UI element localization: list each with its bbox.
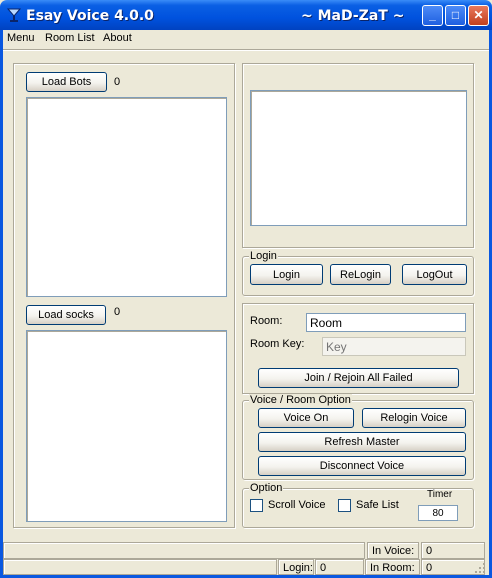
app-icon[interactable] — [6, 7, 22, 23]
menu-item-room-list[interactable]: Room List — [45, 32, 95, 44]
relogin-voice-button[interactable]: Relogin Voice — [362, 408, 466, 428]
resize-grip-icon[interactable] — [474, 562, 486, 574]
login-count-label: Login: — [278, 559, 314, 575]
socks-list[interactable] — [26, 330, 227, 522]
in-voice-value: 0 — [421, 542, 485, 559]
menu-separator — [3, 49, 489, 51]
option-legend: Option — [249, 482, 284, 494]
room-key-label: Room Key: — [250, 338, 305, 350]
load-bots-button[interactable]: Load Bots — [26, 72, 107, 92]
scroll-voice-checkbox[interactable] — [250, 499, 263, 512]
maximize-button[interactable]: □ — [445, 5, 466, 26]
timer-input[interactable] — [418, 505, 458, 521]
room-key-input[interactable] — [322, 337, 466, 356]
window-title: Esay Voice 4.0.0 — [26, 8, 154, 24]
log-box[interactable] — [250, 90, 467, 226]
status-cell-main-bottom — [3, 559, 277, 575]
close-button[interactable]: ✕ — [468, 5, 489, 26]
socks-count: 0 — [114, 306, 121, 318]
window-frame-left — [0, 30, 3, 578]
logout-button[interactable]: LogOut — [402, 264, 467, 285]
bots-count: 0 — [114, 76, 121, 88]
menu-item-about[interactable]: About — [103, 32, 132, 44]
login-legend: Login — [249, 250, 278, 262]
refresh-master-button[interactable]: Refresh Master — [258, 432, 466, 452]
safe-list-checkbox[interactable] — [338, 499, 351, 512]
safe-list-label[interactable]: Safe List — [356, 499, 399, 511]
disconnect-voice-button[interactable]: Disconnect Voice — [258, 456, 466, 476]
bots-list[interactable] — [26, 97, 227, 297]
window-subtitle: ~ MaD-ZaT ~ — [301, 8, 405, 24]
load-socks-button[interactable]: Load socks — [26, 305, 106, 325]
scroll-voice-label[interactable]: Scroll Voice — [268, 499, 325, 511]
join-rejoin-button[interactable]: Join / Rejoin All Failed — [258, 368, 459, 388]
voice-on-button[interactable]: Voice On — [258, 408, 354, 428]
in-room-label: In Room: — [365, 559, 420, 575]
login-count-value: 0 — [315, 559, 364, 575]
status-cell-main-top — [3, 542, 365, 559]
in-voice-label: In Voice: — [367, 542, 419, 559]
room-input[interactable] — [306, 313, 466, 332]
timer-label: Timer — [427, 489, 453, 500]
minimize-button[interactable]: _ — [422, 5, 443, 26]
voice-option-legend: Voice / Room Option — [249, 394, 352, 406]
relogin-button[interactable]: ReLogin — [330, 264, 391, 285]
login-button[interactable]: Login — [250, 264, 323, 285]
menu-item-menu[interactable]: Menu — [7, 32, 35, 44]
room-label: Room: — [250, 315, 283, 327]
